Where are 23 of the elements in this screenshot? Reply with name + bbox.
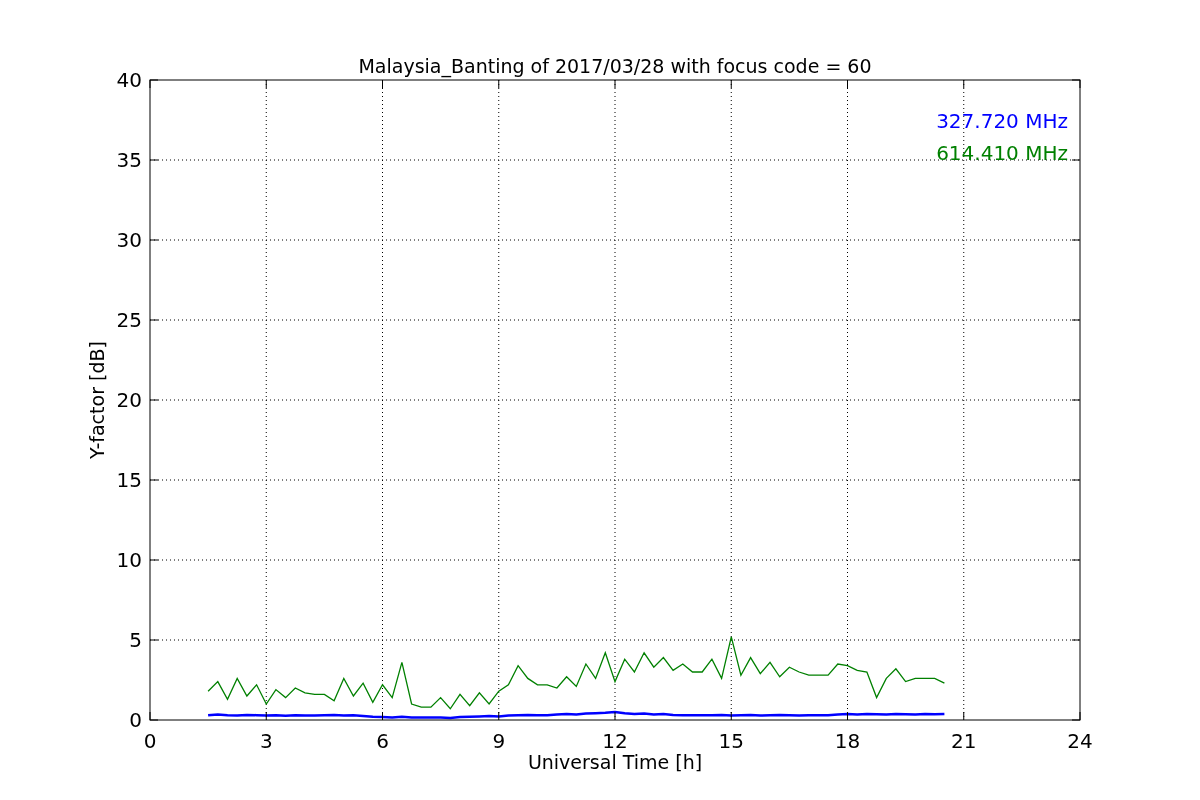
x-tick-label: 3	[259, 729, 273, 753]
x-tick-label: 9	[492, 729, 506, 753]
x-tick-label: 6	[376, 729, 389, 753]
x-tick-label: 12	[602, 729, 628, 753]
x-tick-label: 15	[718, 729, 744, 753]
y-tick-label: 25	[116, 308, 142, 332]
legend-label: 614.410 MHz	[936, 141, 1068, 165]
y-tick-label: 0	[129, 708, 142, 732]
y-tick-label: 10	[116, 548, 142, 572]
y-tick-label: 20	[116, 388, 142, 412]
y-tick-label: 15	[116, 468, 142, 492]
x-tick-label: 0	[143, 729, 157, 753]
y-tick-label: 30	[116, 228, 142, 252]
chart-title: Malaysia_Banting of 2017/03/28 with focus code = 60	[358, 55, 872, 77]
y-axis-label: Y-factor [dB]	[86, 341, 108, 459]
legend-label: 327.720 MHz	[936, 109, 1068, 133]
x-tick-label: 24	[1067, 729, 1093, 753]
x-tick-label: 18	[834, 729, 861, 753]
x-tick-label: 21	[951, 729, 977, 753]
y-tick-label: 5	[129, 628, 142, 652]
y-tick-label: 40	[116, 68, 142, 92]
y-tick-label: 35	[116, 148, 142, 172]
x-axis-label: Universal Time [h]	[527, 751, 703, 773]
